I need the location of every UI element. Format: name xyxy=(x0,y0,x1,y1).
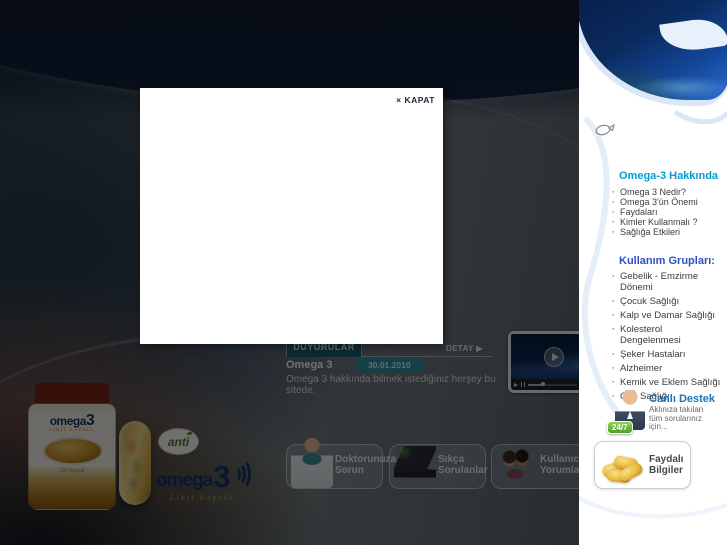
sidebar-item-sagliga-etkileri[interactable]: Sağlığa Etkileri xyxy=(612,227,724,237)
sidebar-item-kemik-eklem[interactable]: Kemik ve Eklem Sağlığı xyxy=(612,377,724,388)
useful-info-label: Faydalı xyxy=(649,454,684,465)
sidebar-item-kolesterol[interactable]: Kolesterol Dengelenmesi xyxy=(612,324,724,346)
gold-capsules-icon xyxy=(600,449,646,484)
sidebar-item-cocuk-sagligi[interactable]: Çocuk Sağlığı xyxy=(612,296,724,307)
sidebar: Omega-3 Hakkında Omega 3 Nedir? Omega 3'… xyxy=(579,0,727,545)
sidebar-item-gebelik[interactable]: Gebelik - Emzirme Dönemi xyxy=(612,271,724,293)
close-button[interactable]: × KAPAT xyxy=(396,95,435,105)
sidebar-item-faydalari[interactable]: Faydaları xyxy=(612,207,724,217)
sidebar-item-omega3-nedir[interactable]: Omega 3 Nedir? xyxy=(612,187,724,197)
popup-modal: × KAPAT xyxy=(140,88,443,344)
live-support-text: Aklınıza takılan tüm sorularınız için... xyxy=(649,405,704,431)
useful-info-label: Bilgiler xyxy=(649,465,683,476)
badge-24-7: 24/7 xyxy=(607,421,633,434)
live-support[interactable]: 24/7 Canlı Destek Aklınıza takılan tüm s… xyxy=(607,388,719,436)
groups-section-title: Kullanım Grupları: xyxy=(619,255,715,267)
sidebar-item-alzheimer[interactable]: Alzheimer xyxy=(612,363,724,374)
fish-icon xyxy=(595,123,615,136)
sidebar-item-kalp-damar[interactable]: Kalp ve Damar Sağlığı xyxy=(612,310,724,321)
useful-info-button[interactable]: Faydalı Bilgiler xyxy=(594,441,691,489)
groups-menu: Gebelik - Emzirme Dönemi Çocuk Sağlığı K… xyxy=(612,271,724,405)
page: DUYURULAR DETAY ▶ Omega 3 30.01.2010 Ome… xyxy=(0,0,727,545)
about-section-title: Omega-3 Hakkında xyxy=(619,170,719,182)
sidebar-item-omega3-onemi[interactable]: Omega 3'ün Önemi xyxy=(612,197,724,207)
sidebar-item-kimler-kullanmali[interactable]: Kimler Kullanmalı ? xyxy=(612,217,724,227)
live-support-title: Canlı Destek xyxy=(649,393,716,405)
sidebar-item-seker[interactable]: Şeker Hastaları xyxy=(612,349,724,360)
about-menu: Omega 3 Nedir? Omega 3'ün Önemi Faydalar… xyxy=(612,187,724,237)
